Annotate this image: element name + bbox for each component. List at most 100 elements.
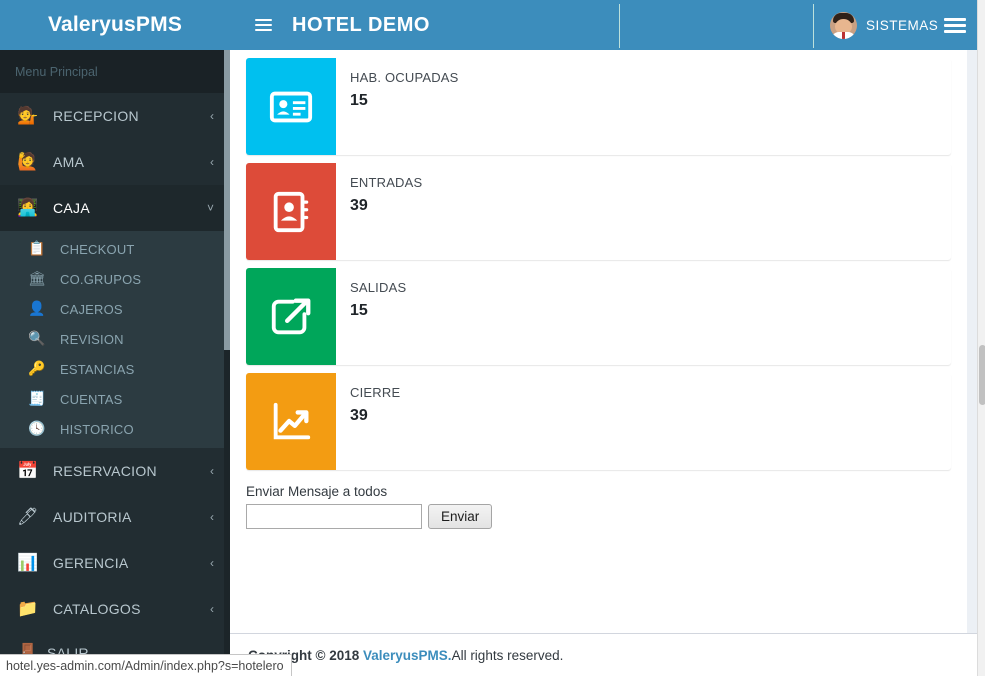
page-scrollbar-thumb[interactable] [979, 345, 985, 405]
sidebar-subitem-label: REVISION [52, 332, 124, 347]
stat-body: CIERRE 39 [336, 373, 951, 425]
brand-name: ValeryusPMS [48, 13, 182, 37]
chevron-left-icon: ‹ [210, 556, 218, 570]
main-content: HAB. OCUPADAS 15 ENTRA [230, 50, 985, 633]
control-sidebar-toggle[interactable] [939, 0, 971, 50]
page-title-text: HOTEL DEMO [292, 14, 430, 37]
sidebar-item-label: CAJA [43, 200, 207, 216]
sidebar-subitem-historico[interactable]: 🕓 HISTORICO [0, 414, 230, 444]
broadcast-message-input[interactable] [246, 504, 422, 529]
stat-title: HAB. OCUPADAS [350, 70, 951, 85]
stat-card-salidas[interactable]: SALIDAS 15 [246, 268, 951, 365]
sidebar-subitem-label: CUENTAS [52, 392, 123, 407]
footer: Copyright © 2018 ValeryusPMS. All rights… [230, 633, 985, 676]
broadcast-message-form: Enviar Mensaje a todos Enviar [230, 478, 967, 529]
chevron-left-icon: ‹ [210, 464, 218, 478]
sidebar-item-gerencia[interactable]: 📊 GERENCIA ‹ [0, 540, 230, 586]
sidebar-item-ama[interactable]: 🙋 AMA ‹ [0, 139, 230, 185]
stat-icon-wrap [246, 58, 336, 155]
audit-icon: 🖊 [17, 509, 43, 526]
status-bar-url: hotel.yes-admin.com/Admin/index.php?s=ho… [0, 654, 292, 676]
receptionist-icon: 💁 [17, 108, 43, 125]
hamburger-icon [255, 16, 272, 34]
chevron-left-icon: ‹ [210, 510, 218, 524]
group-icon: 🏛 [28, 271, 52, 287]
sidebar: ValeryusPMS Menu Principal 💁 RECEPCION ‹… [0, 0, 230, 676]
stat-value: 15 [350, 302, 951, 320]
chevron-left-icon: ‹ [210, 109, 218, 123]
sidebar-section-header: Menu Principal [0, 50, 230, 93]
user-menu[interactable]: SISTEMAS [830, 0, 938, 50]
sidebar-item-label: AUDITORIA [43, 509, 210, 525]
sidebar-toggle-button[interactable] [244, 0, 282, 50]
stat-value: 15 [350, 92, 951, 110]
sidebar-subitem-revision[interactable]: 🔍 REVISION [0, 324, 230, 354]
sidebar-item-label: GERENCIA [43, 555, 210, 571]
id-card-icon [268, 84, 314, 130]
stat-body: ENTRADAS 39 [336, 163, 951, 215]
stat-card-entradas[interactable]: ENTRADAS 39 [246, 163, 951, 260]
sidebar-subitem-estancias[interactable]: 🔑 ESTANCIAS [0, 354, 230, 384]
sidebar-item-recepcion[interactable]: 💁 RECEPCION ‹ [0, 93, 230, 139]
sidebar-subitem-label: CO.GRUPOS [52, 272, 141, 287]
stat-icon-wrap [246, 373, 336, 470]
broadcast-message-label: Enviar Mensaje a todos [246, 484, 951, 499]
sidebar-subitem-cogrupos[interactable]: 🏛 CO.GRUPOS [0, 264, 230, 294]
send-message-button[interactable]: Enviar [428, 504, 492, 529]
calendar-clock-icon: 📅 [17, 463, 43, 480]
sidebar-item-reservacion[interactable]: 📅 RESERVACION ‹ [0, 448, 230, 494]
sidebar-subitem-checkout[interactable]: 📋 CHECKOUT [0, 234, 230, 264]
sidebar-subitem-label: ESTANCIAS [52, 362, 135, 377]
stay-icon: 🔑 [28, 361, 52, 377]
sidebar-item-label: RESERVACION [43, 463, 210, 479]
folder-icon: 📁 [17, 601, 43, 618]
stat-title: CIERRE [350, 385, 951, 400]
sidebar-item-auditoria[interactable]: 🖊 AUDITORIA ‹ [0, 494, 230, 540]
hamburger-icon [944, 15, 966, 36]
line-chart-icon [268, 399, 314, 445]
footer-rights: All rights reserved. [452, 648, 564, 663]
avatar [830, 12, 857, 39]
cashier-person-icon: 👤 [28, 301, 52, 317]
cashier-icon: 👩‍💻 [17, 200, 43, 217]
accounts-icon: 🧾 [28, 391, 52, 407]
stat-value: 39 [350, 407, 951, 425]
footer-brand-link[interactable]: ValeryusPMS. [363, 648, 452, 663]
brand-logo[interactable]: ValeryusPMS [0, 0, 230, 50]
clock-history-icon: 🕓 [28, 421, 52, 437]
page-title: HOTEL DEMO [292, 0, 430, 50]
address-book-icon [268, 189, 314, 235]
top-header: HOTEL DEMO SISTEMAS [230, 0, 985, 50]
sidebar-subitem-label: CAJEROS [52, 302, 123, 317]
sidebar-item-label: CATALOGOS [43, 601, 210, 617]
menu-principal-label: Menu Principal [15, 65, 98, 79]
content-panel: HAB. OCUPADAS 15 ENTRA [230, 50, 967, 633]
broadcast-message-row: Enviar [246, 504, 951, 529]
stat-title: ENTRADAS [350, 175, 951, 190]
stat-card-cierre[interactable]: CIERRE 39 [246, 373, 951, 470]
stat-body: HAB. OCUPADAS 15 [336, 58, 951, 110]
stat-body: SALIDAS 15 [336, 268, 951, 320]
housekeeper-icon: 🙋 [17, 154, 43, 171]
chevron-left-icon: ‹ [210, 155, 218, 169]
sidebar-item-catalogos[interactable]: 📁 CATALOGOS ‹ [0, 586, 230, 632]
stat-icon-wrap [246, 268, 336, 365]
external-link-icon [268, 294, 314, 340]
chevron-left-icon: ‹ [210, 602, 218, 616]
page-scrollbar[interactable] [977, 0, 985, 676]
sidebar-subitem-label: HISTORICO [52, 422, 134, 437]
sidebar-subitem-cajeros[interactable]: 👤 CAJEROS [0, 294, 230, 324]
sidebar-submenu-caja: 📋 CHECKOUT 🏛 CO.GRUPOS 👤 CAJEROS 🔍 REVIS… [0, 231, 230, 448]
sidebar-subitem-cuentas[interactable]: 🧾 CUENTAS [0, 384, 230, 414]
sidebar-subitem-label: CHECKOUT [52, 242, 135, 257]
header-divider [813, 4, 814, 48]
header-divider [619, 4, 620, 48]
stat-card-hab-ocupadas[interactable]: HAB. OCUPADAS 15 [246, 58, 951, 155]
chevron-down-icon: ˅ [207, 201, 218, 215]
magnifier-folder-icon: 🔍 [28, 331, 52, 347]
sidebar-item-caja[interactable]: 👩‍💻 CAJA ˅ [0, 185, 230, 231]
application-window: ValeryusPMS Menu Principal 💁 RECEPCION ‹… [0, 0, 985, 676]
sidebar-item-label: RECEPCION [43, 108, 210, 124]
status-bar-url-text: hotel.yes-admin.com/Admin/index.php?s=ho… [6, 659, 284, 673]
management-icon: 📊 [17, 555, 43, 572]
